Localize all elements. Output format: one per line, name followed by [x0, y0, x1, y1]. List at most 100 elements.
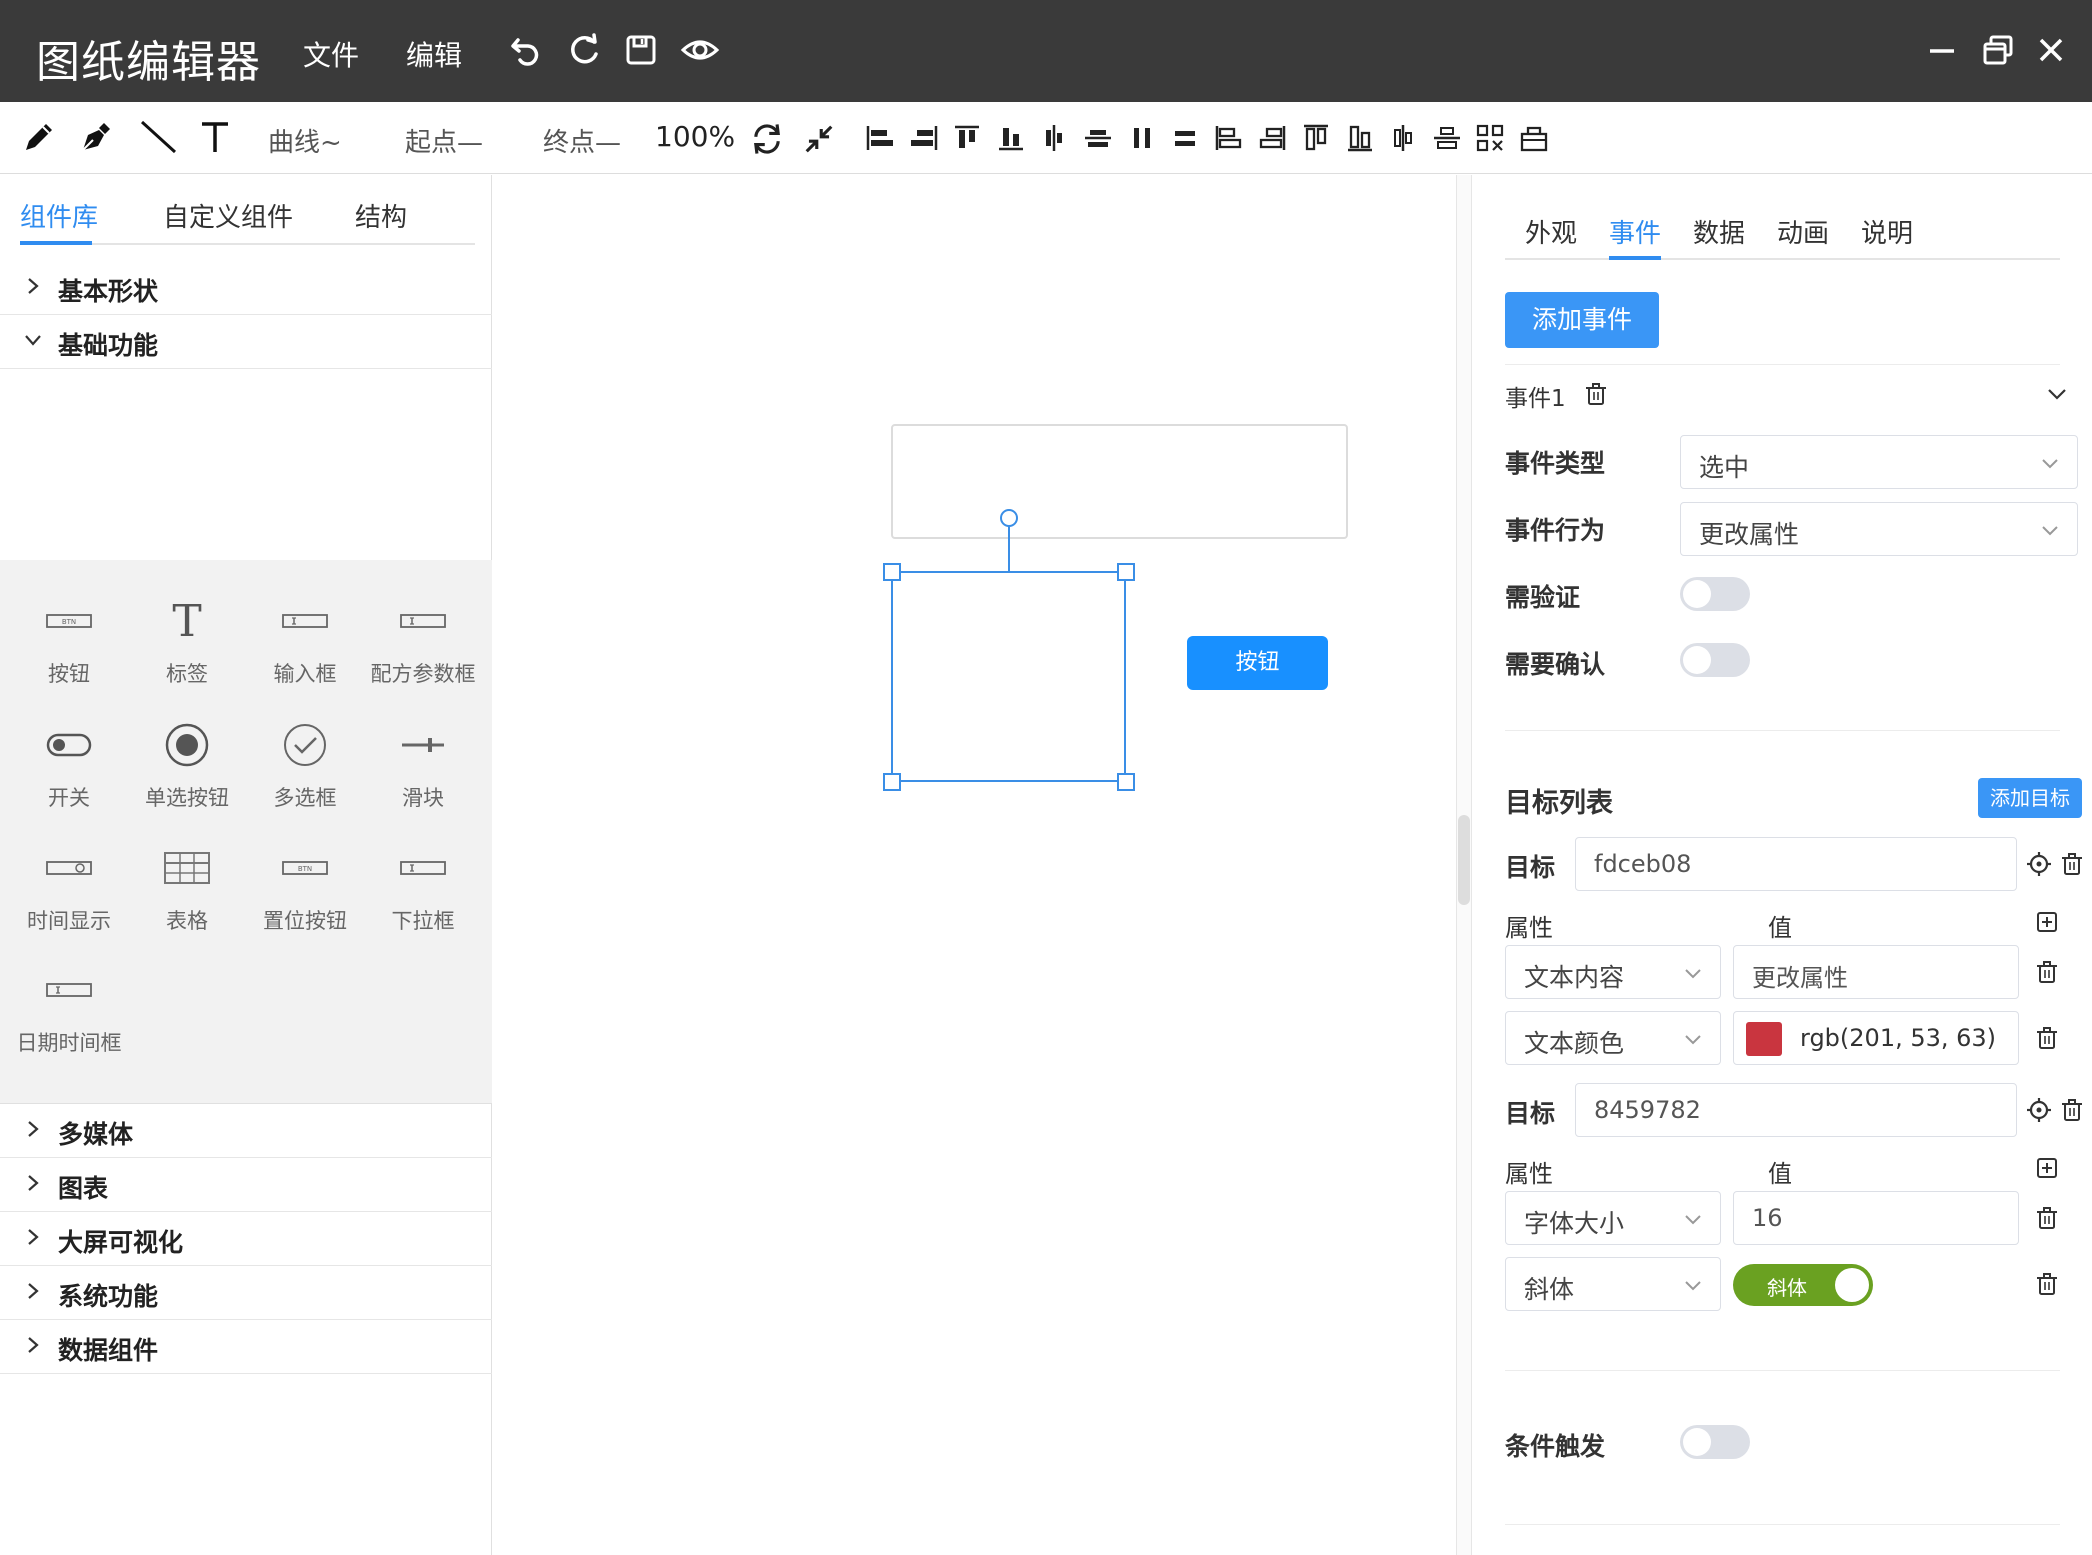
component-item[interactable]: 滑块 [364, 720, 482, 830]
target-id-input[interactable]: fdceb08 [1575, 837, 2017, 891]
menu-file[interactable]: 文件 [303, 34, 359, 74]
event-action-select[interactable]: 更改属性 [1680, 502, 2078, 556]
property-select[interactable]: 文本颜色 [1505, 1011, 1721, 1065]
category-basic-shapes[interactable]: 基本形状 [0, 261, 492, 315]
canvas-button-widget[interactable]: 按钮 [1187, 636, 1328, 690]
tab-custom-components[interactable]: 自定义组件 [163, 197, 293, 234]
curve-select[interactable]: 曲线~ [268, 122, 342, 159]
group-icon[interactable] [1518, 122, 1550, 154]
component-item[interactable]: 下拉框 [364, 843, 482, 953]
align-left-icon[interactable] [864, 122, 896, 154]
menu-edit[interactable]: 编辑 [406, 34, 462, 74]
target-id-input[interactable]: 8459782 [1575, 1083, 2017, 1137]
minimize-icon[interactable] [1924, 32, 1960, 68]
start-point-select[interactable]: 起点— [405, 122, 483, 159]
event-type-select[interactable]: 选中 [1680, 435, 2078, 489]
property-value-input[interactable]: 更改属性 [1733, 945, 2019, 999]
condition-trigger-switch[interactable] [1680, 1425, 1750, 1459]
add-property-icon[interactable] [2033, 908, 2061, 936]
align-top-outline-icon[interactable] [1300, 122, 1332, 154]
resize-handle-bottom-right[interactable] [1117, 773, 1135, 791]
category-item[interactable]: 多媒体 [0, 1104, 492, 1158]
distribute-h-icon[interactable] [1126, 122, 1158, 154]
center-v-outline-icon[interactable] [1431, 122, 1463, 154]
rotate-handle[interactable] [1000, 509, 1018, 527]
add-event-button[interactable]: 添加事件 [1505, 292, 1659, 348]
delete-property-icon[interactable] [2033, 1270, 2061, 1298]
component-item[interactable]: 输入框 [246, 596, 364, 706]
align-left-outline-icon[interactable] [1213, 122, 1245, 154]
align-center-h-icon[interactable] [1038, 122, 1070, 154]
zoom-level[interactable]: 100% [655, 120, 735, 153]
category-item[interactable]: 图表 [0, 1158, 492, 1212]
align-right-outline-icon[interactable] [1256, 122, 1288, 154]
end-point-select[interactable]: 终点— [543, 122, 621, 159]
splitter-grip[interactable] [1458, 815, 1470, 905]
fit-shrink-icon[interactable] [800, 120, 834, 154]
property-select[interactable]: 字体大小 [1505, 1191, 1721, 1245]
tab-structure[interactable]: 结构 [355, 197, 407, 234]
category-item[interactable]: 大屏可视化 [0, 1212, 492, 1266]
tab-animation[interactable]: 动画 [1777, 213, 1829, 250]
property-value-input[interactable]: rgb(201, 53, 63) [1733, 1011, 2019, 1065]
line-icon[interactable] [139, 118, 177, 156]
component-item[interactable]: 表格 [128, 843, 246, 953]
component-item[interactable]: 单选按钮 [128, 720, 246, 830]
align-right-icon[interactable] [908, 122, 940, 154]
close-icon[interactable] [2033, 32, 2069, 68]
delete-property-icon[interactable] [2033, 1204, 2061, 1232]
delete-target-icon[interactable] [2058, 850, 2086, 878]
pen-icon[interactable] [77, 118, 115, 156]
restore-icon[interactable] [1980, 32, 2016, 68]
ungroup-icon[interactable] [1474, 122, 1506, 154]
component-item[interactable]: 开关 [10, 720, 128, 830]
tab-description[interactable]: 说明 [1861, 213, 1913, 250]
canvas-input-widget[interactable] [891, 424, 1348, 539]
event-collapse-chevron-icon[interactable] [2043, 380, 2071, 408]
tab-appearance[interactable]: 外观 [1525, 213, 1577, 250]
component-item[interactable]: 配方参数框 [364, 596, 482, 706]
component-item[interactable]: 时间显示 [10, 843, 128, 953]
save-icon[interactable] [621, 30, 661, 70]
component-item[interactable]: 日期时间框 [10, 965, 128, 1075]
tab-events[interactable]: 事件 [1609, 213, 1661, 250]
preview-eye-icon[interactable] [680, 30, 720, 70]
text-tool-icon[interactable] [196, 118, 234, 156]
add-target-button[interactable]: 添加目标 [1978, 778, 2082, 818]
need-verify-switch[interactable] [1680, 577, 1750, 611]
undo-icon[interactable] [506, 30, 546, 70]
resize-handle-top-left[interactable] [883, 563, 901, 581]
category-basic-functions[interactable]: 基础功能 [0, 315, 492, 369]
property-select[interactable]: 斜体 [1505, 1257, 1721, 1311]
resize-handle-bottom-left[interactable] [883, 773, 901, 791]
component-item[interactable]: T 标签 [128, 596, 246, 706]
italic-switch-on[interactable]: 斜体 [1733, 1264, 1873, 1306]
delete-property-icon[interactable] [2033, 958, 2061, 986]
tab-component-library[interactable]: 组件库 [20, 197, 98, 234]
component-item[interactable]: BTN 按钮 [10, 596, 128, 706]
category-item[interactable]: 数据组件 [0, 1320, 492, 1374]
selected-rectangle[interactable] [891, 571, 1126, 782]
property-select[interactable]: 文本内容 [1505, 945, 1721, 999]
align-top-icon[interactable] [951, 122, 983, 154]
delete-event-icon[interactable] [1582, 380, 1610, 408]
distribute-v-icon[interactable] [1169, 122, 1201, 154]
category-item[interactable]: 系统功能 [0, 1266, 492, 1320]
resize-handle-top-right[interactable] [1117, 563, 1135, 581]
redo-icon[interactable] [564, 30, 604, 70]
property-value-input[interactable]: 16 [1733, 1191, 2019, 1245]
need-confirm-switch[interactable] [1680, 643, 1750, 677]
align-bottom-icon[interactable] [995, 122, 1027, 154]
add-property-icon[interactable] [2033, 1154, 2061, 1182]
center-h-outline-icon[interactable] [1387, 122, 1419, 154]
pencil-icon[interactable] [20, 118, 58, 156]
delete-target-icon[interactable] [2058, 1096, 2086, 1124]
component-item[interactable]: BTN 置位按钮 [246, 843, 364, 953]
align-center-v-icon[interactable] [1082, 122, 1114, 154]
drawing-canvas[interactable]: 按钮 [493, 175, 1456, 1555]
delete-property-icon[interactable] [2033, 1024, 2061, 1052]
align-bottom-outline-icon[interactable] [1344, 122, 1376, 154]
reset-rotate-icon[interactable] [748, 120, 782, 154]
component-item[interactable]: 多选框 [246, 720, 364, 830]
panel-splitter[interactable] [1456, 175, 1472, 1555]
